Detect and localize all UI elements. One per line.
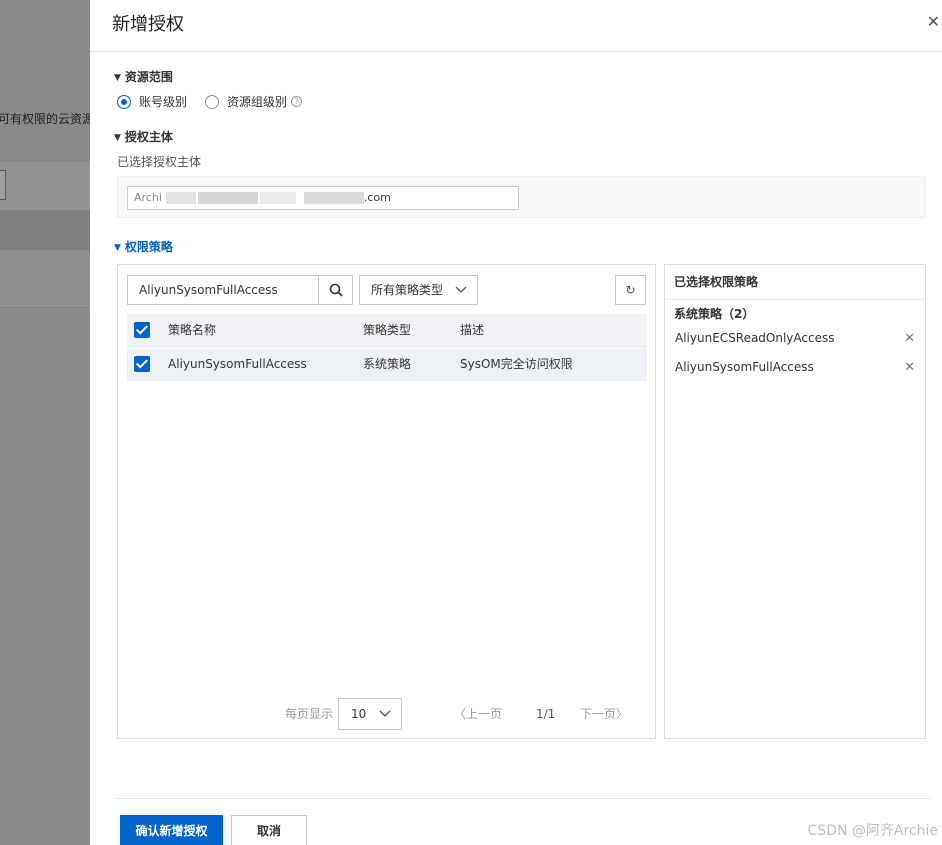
watermark: CSDN @阿齐Archie <box>807 823 938 839</box>
pagination: 每页显示 10 〈上一页 1/1 下一页〉 <box>118 698 657 730</box>
chevron-left-icon: 〈 <box>454 707 467 721</box>
remove-icon[interactable]: ✕ <box>904 360 915 375</box>
principal-value-suffix: .com <box>363 191 391 204</box>
select-value: 所有策略类型 <box>371 283 444 297</box>
background-text: 可有权限的云资源 <box>0 112 90 126</box>
column-header-desc: 描述 <box>460 323 485 337</box>
table-header: 策略名称 策略类型 描述 <box>127 314 647 347</box>
background-band <box>0 250 90 306</box>
policy-search <box>127 275 353 305</box>
radio-resource-group-level[interactable] <box>205 94 220 109</box>
section-title: 授权主体 <box>124 130 173 144</box>
refresh-icon: ↻ <box>625 283 636 297</box>
principal-input[interactable]: Archi .com <box>127 186 519 210</box>
section-resource-scope[interactable]: ▼ 资源范围 <box>114 68 173 85</box>
background-band <box>0 210 90 250</box>
footer-divider <box>116 798 931 799</box>
chevron-right-icon: 〉 <box>616 707 629 721</box>
background-page: 可有权限的云资源 <box>0 0 90 845</box>
selected-principal-label: 已选择授权主体 <box>117 155 202 169</box>
policy-type-select[interactable]: 所有策略类型 <box>359 275 478 305</box>
selected-policy-item: AliyunECSReadOnlyAccess <box>675 331 835 345</box>
table-row[interactable]: AliyunSysomFullAccess 系统策略 SysOM完全访问权限 <box>127 348 647 381</box>
search-button[interactable] <box>318 276 352 304</box>
add-authorization-drawer: 新增授权 ✕ ▼ 资源范围 账号级别 资源组级别 ? ▼ 授权主体 已选择授权主体 … <box>90 0 942 845</box>
redacted-block <box>165 192 196 204</box>
section-principal[interactable]: ▼ 授权主体 <box>114 128 173 145</box>
page-indicator: 1/1 <box>536 707 556 721</box>
page-size-value: 10 <box>351 707 367 721</box>
column-header-type: 策略类型 <box>363 323 412 337</box>
selected-panel-title: 已选择权限策略 <box>665 265 925 300</box>
search-icon <box>329 283 343 297</box>
redacted-block <box>303 192 364 204</box>
policy-name: AliyunSysomFullAccess <box>168 357 307 371</box>
caret-down-icon: ▼ <box>114 243 121 253</box>
section-title: 权限策略 <box>124 240 173 254</box>
selected-policies-panel: 已选择权限策略 系统策略（2） AliyunECSReadOnlyAccess … <box>664 264 926 739</box>
close-icon[interactable]: ✕ <box>927 12 940 31</box>
radio-label[interactable]: 账号级别 <box>139 93 187 110</box>
selected-group-header: 系统策略（2） <box>674 305 754 322</box>
cancel-button[interactable]: 取消 <box>231 815 307 845</box>
principal-value-visible: Archi <box>134 191 162 204</box>
principal-box: Archi .com <box>117 176 926 218</box>
policy-list-panel: 所有策略类型 ↻ 策略名称 策略类型 描述 AliyunSysomFullAcc… <box>117 264 656 739</box>
refresh-button[interactable]: ↻ <box>615 275 646 305</box>
policy-desc: SysOM完全访问权限 <box>460 357 573 371</box>
background-input <box>0 170 6 200</box>
redacted-block <box>197 192 258 204</box>
background-band <box>0 162 90 210</box>
drawer-header: 新增授权 ✕ <box>90 0 942 52</box>
row-checkbox[interactable] <box>134 356 150 372</box>
redacted-block <box>259 192 296 204</box>
next-label: 下一页 <box>580 707 617 721</box>
prev-label: 上一页 <box>466 707 503 721</box>
remove-icon[interactable]: ✕ <box>904 331 915 346</box>
group-count: （2） <box>722 307 755 321</box>
group-label: 系统策略 <box>674 307 723 321</box>
caret-down-icon: ▼ <box>114 133 121 143</box>
chevron-down-icon <box>455 276 467 314</box>
prev-page-button[interactable]: 〈上一页 <box>454 698 502 730</box>
page-size-select[interactable]: 10 <box>338 698 402 730</box>
radio-account-level[interactable] <box>117 94 131 109</box>
selected-policy-item: AliyunSysomFullAccess <box>675 360 814 374</box>
background-band <box>0 0 90 162</box>
help-icon[interactable]: ? <box>291 96 303 107</box>
drawer-title: 新增授权 <box>112 14 184 35</box>
policy-type: 系统策略 <box>363 357 412 371</box>
select-all-checkbox[interactable] <box>134 322 150 338</box>
section-policy[interactable]: ▼ 权限策略 <box>114 238 173 255</box>
radio-label[interactable]: 资源组级别 <box>227 93 287 110</box>
column-header-name: 策略名称 <box>168 323 217 337</box>
confirm-add-button[interactable]: 确认新增授权 <box>120 815 223 845</box>
scope-radio-group: 账号级别 资源组级别 ? <box>117 93 303 110</box>
search-input[interactable] <box>128 276 318 304</box>
caret-down-icon: ▼ <box>114 73 121 83</box>
chevron-down-icon <box>379 699 391 740</box>
next-page-button[interactable]: 下一页〉 <box>580 698 628 730</box>
section-title: 资源范围 <box>124 70 173 84</box>
per-page-label: 每页显示 <box>285 707 334 721</box>
